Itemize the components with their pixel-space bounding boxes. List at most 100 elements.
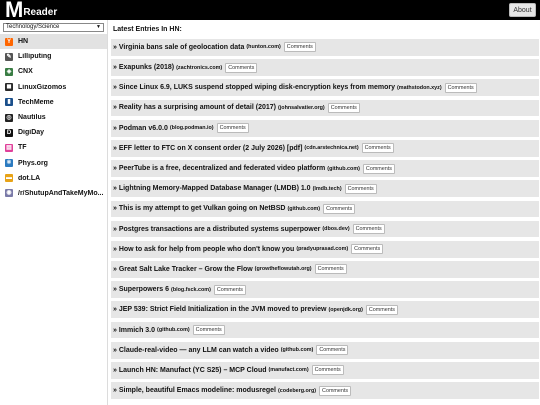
app-logo[interactable]: M Reader (5, 0, 57, 22)
list-item: » Since Linux 6.9, LUKS suspend stopped … (111, 79, 539, 97)
comments-button[interactable]: Comments (362, 163, 395, 174)
entry-title-link[interactable]: » Virginia bans sale of geolocation data (113, 44, 244, 51)
entry-title-link[interactable]: » Immich 3.0 (113, 327, 155, 334)
list-item: » Reality has a surprising amount of det… (111, 99, 539, 117)
comments-button[interactable]: Comments (225, 62, 258, 73)
comments-button[interactable]: Comments (192, 325, 225, 336)
entry-domain: (pradyuprasad.com) (296, 246, 349, 253)
entry-domain: (manufact.com) (268, 367, 309, 374)
sidebar-item-label: CNX (18, 68, 33, 76)
comments-button[interactable]: Comments (323, 203, 356, 214)
nautilus-icon: ◎ (5, 113, 13, 122)
entry-title-link[interactable]: » Launch HN: Manufact (YC S25) – MCP Clo… (113, 367, 267, 374)
tf-icon: ▤ (5, 143, 13, 152)
entry-title-link[interactable]: » Claude-real-video — any LLM can watch … (113, 347, 279, 354)
list-item: » JEP 539: Strict Field Initialization i… (111, 301, 539, 319)
entry-domain: (hunton.com) (246, 44, 281, 51)
sidebar-item-label: TechMeme (18, 98, 54, 106)
comments-button[interactable]: Comments (361, 143, 394, 154)
sidebar-item-hn[interactable]: Y HN (0, 34, 107, 50)
entry-title-link[interactable]: » Postgres transactions are a distribute… (113, 226, 320, 233)
sidebar-item-reddit[interactable]: ◉ /r/ShutupAndTakeMyMo... (0, 186, 107, 201)
sidebar-item-techmeme[interactable]: ▮ TechMeme (0, 95, 107, 110)
entry-domain: (codeberg.org) (278, 387, 317, 394)
reddit-icon: ◉ (5, 189, 13, 198)
comments-button[interactable]: Comments (314, 264, 347, 275)
list-item: » Virginia bans sale of geolocation data… (111, 39, 539, 56)
comments-button[interactable]: Comments (283, 42, 316, 53)
chevron-down-icon: ▼ (96, 24, 101, 30)
list-item: » Immich 3.0 (github.com) Comments (111, 321, 539, 339)
about-button[interactable]: About (509, 3, 536, 17)
entry-domain: (mathstodon.xyz) (397, 84, 442, 91)
entry-title-link[interactable]: » Superpowers 6 (113, 286, 169, 293)
sidebar-item-tf[interactable]: ▤ TF (0, 140, 107, 155)
entry-domain: (github.com) (157, 327, 190, 334)
comments-button[interactable]: Comments (319, 385, 352, 396)
sidebar-item-linuxgizmos[interactable]: ◼ LinuxGizomos (0, 80, 107, 95)
sidebar-item-label: Lilliputing (18, 53, 52, 61)
comments-button[interactable]: Comments (351, 244, 384, 255)
entry-title-link[interactable]: » Lightning Memory-Mapped Database Manag… (113, 185, 311, 192)
comments-button[interactable]: Comments (311, 365, 344, 376)
sidebar-item-nautilus[interactable]: ◎ Nautilus (0, 110, 107, 125)
linuxgizmos-icon: ◼ (5, 83, 13, 92)
digiday-icon: D (5, 128, 13, 137)
comments-button[interactable]: Comments (316, 345, 349, 356)
entry-title-link[interactable]: » Podman v6.0.0 (113, 125, 168, 132)
entry-title-link[interactable]: » EFF letter to FTC on X consent order (… (113, 145, 302, 152)
entry-domain: (lmdb.tech) (312, 185, 342, 192)
entry-domain: (johnsalvatier.org) (278, 104, 325, 111)
list-item: » Podman v6.0.0 (blog.podman.io) Comments (111, 119, 539, 137)
entry-title-link[interactable]: » PeerTube is a free, decentralized and … (113, 165, 325, 172)
entry-title-link[interactable]: » Simple, beautiful Emacs modeline: modu… (113, 387, 276, 394)
entry-domain: (zachtronics.com) (176, 64, 223, 71)
sidebar-item-label: DigiDay (18, 129, 45, 137)
physorg-icon: ⚛ (5, 159, 13, 168)
list-item: » EFF letter to FTC on X consent order (… (111, 139, 539, 157)
entry-title-link[interactable]: » Great Salt Lake Tracker – Grow the Flo… (113, 266, 253, 273)
feed-list: Y HN ✎ Lilliputing ◈ CNX ◼ LinuxGizomos ▮ TechMem… (0, 34, 107, 201)
category-select-value: Technology/Science (6, 24, 60, 30)
list-item: » Claude-real-video — any LLM can watch … (111, 341, 539, 359)
entry-domain: (github.com) (327, 165, 360, 172)
top-bar: M Reader About (0, 0, 540, 22)
list-item: » This is my attempt to get Vulkan going… (111, 200, 539, 218)
comments-button[interactable]: Comments (444, 82, 477, 93)
entry-title-link[interactable]: » This is my attempt to get Vulkan going… (113, 205, 285, 212)
logo-initial: M (5, 0, 23, 22)
entry-title-link[interactable]: » JEP 539: Strict Field Initialization i… (113, 306, 326, 313)
sidebar-item-label: Phys.org (18, 159, 48, 167)
comments-button[interactable]: Comments (344, 183, 377, 194)
category-select[interactable]: Technology/Science ▼ (3, 23, 104, 32)
sidebar-item-label: Nautilus (18, 114, 46, 122)
entry-title-link[interactable]: » Reality has a surprising amount of det… (113, 104, 276, 111)
lilliputing-icon: ✎ (5, 52, 13, 61)
entry-domain: (openjdk.org) (328, 306, 363, 313)
sidebar-item-physorg[interactable]: ⚛ Phys.org (0, 156, 107, 171)
entry-title-link[interactable]: » Exapunks (2018) (113, 64, 174, 71)
techmeme-icon: ▮ (5, 98, 13, 107)
dotla-icon: ▬ (5, 174, 13, 183)
comments-button[interactable]: Comments (216, 123, 249, 134)
comments-button[interactable]: Comments (352, 224, 385, 235)
sidebar-item-label: /r/ShutupAndTakeMyMo... (18, 189, 104, 197)
entry-domain: (blog.fsck.com) (171, 286, 211, 293)
sidebar: Technology/Science ▼ Y HN ✎ Lilliputing ◈ CNX… (0, 20, 108, 405)
sidebar-item-digiday[interactable]: D DigiDay (0, 125, 107, 140)
list-item: » Superpowers 6 (blog.fsck.com) Comments (111, 281, 539, 299)
sidebar-item-lilliputing[interactable]: ✎ Lilliputing (0, 49, 107, 64)
page-title: Latest Entries In HN: (113, 26, 182, 33)
comments-button[interactable]: Comments (365, 304, 398, 315)
sidebar-item-label: dot.LA (18, 174, 41, 182)
list-item: » How to ask for help from people who do… (111, 240, 539, 258)
sidebar-item-cnx[interactable]: ◈ CNX (0, 64, 107, 79)
entry-list: » Virginia bans sale of geolocation data… (111, 39, 539, 402)
entry-domain: (github.com) (287, 205, 321, 212)
comments-button[interactable]: Comments (327, 102, 360, 113)
sidebar-item-label: LinuxGizomos (18, 83, 67, 91)
entry-title-link[interactable]: » Since Linux 6.9, LUKS suspend stopped … (113, 84, 395, 91)
comments-button[interactable]: Comments (213, 284, 246, 295)
sidebar-item-dotla[interactable]: ▬ dot.LA (0, 171, 107, 186)
entry-title-link[interactable]: » How to ask for help from people who do… (113, 246, 294, 253)
